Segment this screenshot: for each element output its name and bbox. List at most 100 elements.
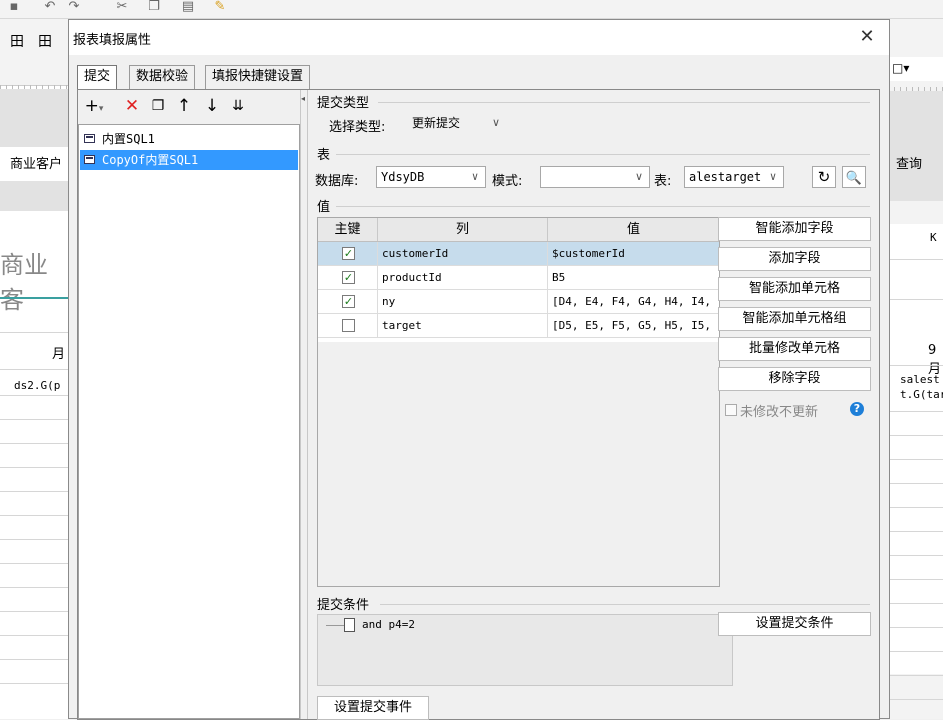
dialog-title: 报表填报属性 [73, 33, 152, 48]
bg-cell-right-1: salest [900, 373, 940, 386]
copy-icon[interactable]: ❐ [146, 0, 162, 14]
tree-item-copyof-sql1[interactable]: CopyOf内置SQL1 [80, 150, 298, 170]
database-select[interactable]: YdsyDB ∨ [376, 166, 486, 188]
smart-add-cell-group-button[interactable]: 智能添加单元格组 [718, 307, 871, 331]
submit-type-section-label: 提交类型 [317, 96, 370, 111]
move-bottom-icon[interactable]: ⇊ [228, 96, 248, 116]
separator [378, 102, 870, 103]
bg-cell-right-2: t.G(tar [900, 388, 943, 401]
batch-modify-cells-button[interactable]: 批量修改单元格 [718, 337, 871, 361]
document-icon [344, 618, 355, 632]
table-row[interactable]: ✓ productId B5 [318, 266, 719, 290]
chevron-down-icon: ∨ [491, 116, 501, 129]
background-sheet: 商业客户 商业客 月 ds2.G(p [0, 57, 68, 719]
move-up-icon[interactable]: ↑ [174, 96, 194, 116]
dropdown-icon[interactable]: □▾ [892, 61, 909, 75]
value-cell[interactable]: $customerId [548, 242, 719, 265]
table-row[interactable]: ✓ customerId $customerId [318, 242, 719, 266]
key-checkbox[interactable] [342, 319, 355, 332]
add-field-button[interactable]: 添加字段 [718, 247, 871, 271]
close-icon[interactable]: ✕ [855, 25, 879, 49]
separator [336, 154, 870, 155]
add-icon[interactable]: +▾ [84, 96, 104, 116]
select-type-label: 选择类型: [329, 120, 386, 135]
fields-grid: 主键 列 值 ✓ customerId $customerId ✓ produc… [317, 217, 720, 587]
header-key[interactable]: 主键 [318, 218, 378, 241]
dialog-titlebar: 报表填报属性 ✕ [69, 20, 889, 55]
bg-month: 月 [52, 347, 66, 362]
submit-type-select[interactable]: 更新提交 ∨ [407, 112, 507, 134]
smart-add-cells-button[interactable]: 智能添加单元格 [718, 277, 871, 301]
bg-query-text: 查询 [896, 157, 923, 172]
report-fill-properties-dialog: 报表填报属性 ✕ 提交 数据校验 填报快捷键设置 +▾ ✕ ❐ ↑ ↓ ⇊ 内置… [68, 19, 890, 720]
table-value: alestarget [689, 170, 762, 184]
column-cell[interactable]: productId [378, 266, 548, 289]
value-cell[interactable]: B5 [548, 266, 719, 289]
sql-list-pane: +▾ ✕ ❐ ↑ ↓ ⇊ 内置SQL1 CopyOf内置SQL1 [78, 90, 300, 719]
values-section-label: 值 [317, 200, 331, 215]
set-submit-event-button[interactable]: 设置提交事件 [317, 696, 429, 720]
chevron-down-icon: ∨ [634, 170, 644, 183]
pane-splitter[interactable]: ◂ [300, 90, 308, 719]
schema-select[interactable]: ∨ [540, 166, 650, 188]
undo-icon[interactable]: ↶ [42, 0, 58, 14]
smart-add-fields-button[interactable]: 智能添加字段 [718, 217, 871, 241]
condition-item[interactable]: and p4=2 [362, 618, 415, 631]
grid-alt-icon[interactable]: 田 [38, 31, 52, 51]
bg-header-text: 商业客户 [10, 157, 63, 172]
no-update-label: 未修改不更新 [740, 405, 819, 420]
remove-field-button[interactable]: 移除字段 [718, 367, 871, 391]
column-cell[interactable]: target [378, 314, 548, 337]
column-cell[interactable]: customerId [378, 242, 548, 265]
bg-big-title: 商业客 [0, 251, 48, 314]
key-checkbox[interactable]: ✓ [342, 247, 355, 260]
table-section-label: 表 [317, 148, 331, 163]
delete-icon[interactable]: ✕ [122, 96, 142, 116]
column-cell[interactable]: ny [378, 290, 548, 313]
separator [380, 604, 870, 605]
copy-icon[interactable]: ❐ [148, 96, 168, 116]
move-down-icon[interactable]: ↓ [202, 96, 222, 116]
submit-tab-panel: +▾ ✕ ❐ ↑ ↓ ⇊ 内置SQL1 CopyOf内置SQL1 ◂ 提交类型 … [77, 89, 880, 720]
table-label: 表: [654, 174, 672, 189]
sql-tree: 内置SQL1 CopyOf内置SQL1 [78, 124, 300, 719]
key-checkbox[interactable]: ✓ [342, 295, 355, 308]
submit-type-value: 更新提交 [412, 116, 461, 130]
key-checkbox[interactable]: ✓ [342, 271, 355, 284]
value-cell[interactable]: [D5, E5, F5, G5, H5, I5, ... [548, 314, 719, 337]
chevron-down-icon: ∨ [471, 170, 479, 183]
no-update-checkbox[interactable] [725, 404, 737, 416]
help-icon[interactable]: ? [850, 402, 864, 416]
table-row[interactable]: ✓ ny [D4, E4, F4, G4, H4, I4, ... [318, 290, 719, 314]
bg-month-right: 9月 [928, 343, 942, 377]
bg-col-label: K [930, 231, 937, 244]
database-value: YdsyDB [381, 170, 425, 184]
preview-table-button[interactable]: 🔍 [842, 166, 866, 188]
header-value[interactable]: 值 [548, 218, 719, 241]
tab-shortcut-settings[interactable]: 填报快捷键设置 [205, 65, 311, 89]
tab-data-validation[interactable]: 数据校验 [129, 65, 196, 89]
format-brush-icon[interactable]: ✎ [212, 0, 228, 14]
tree-item-sql1[interactable]: 内置SQL1 [80, 129, 298, 149]
chevron-down-icon: ∨ [769, 170, 777, 183]
set-submit-condition-button[interactable]: 设置提交条件 [718, 612, 871, 636]
value-cell[interactable]: [D4, E4, F4, G4, H4, I4, ... [548, 290, 719, 313]
app-side-toolbar: 田 田 [0, 19, 68, 57]
table-row[interactable]: target [D5, E5, F5, G5, H5, I5, ... [318, 314, 719, 338]
refresh-button[interactable]: ↻ [812, 166, 836, 188]
grid-icon[interactable]: 田 [10, 31, 24, 51]
table-select[interactable]: alestarget ∨ [684, 166, 784, 188]
cut-icon[interactable]: ✂ [114, 0, 130, 14]
save-icon[interactable]: ▪ [6, 0, 22, 14]
tree-connector [326, 625, 344, 626]
table-icon [84, 134, 95, 143]
tab-submit[interactable]: 提交 [77, 65, 118, 89]
redo-icon[interactable]: ↷ [66, 0, 82, 14]
condition-section-label: 提交条件 [317, 598, 370, 613]
grid-body: ✓ customerId $customerId ✓ productId B5 … [318, 242, 719, 342]
table-icon [84, 155, 95, 164]
preview-icon: 🔍 [845, 171, 863, 186]
header-column[interactable]: 列 [378, 218, 548, 241]
app-toolbar: ▪ ↶ ↷ ✂ ❐ ▤ ✎ [0, 0, 943, 19]
paste-icon[interactable]: ▤ [180, 0, 196, 14]
